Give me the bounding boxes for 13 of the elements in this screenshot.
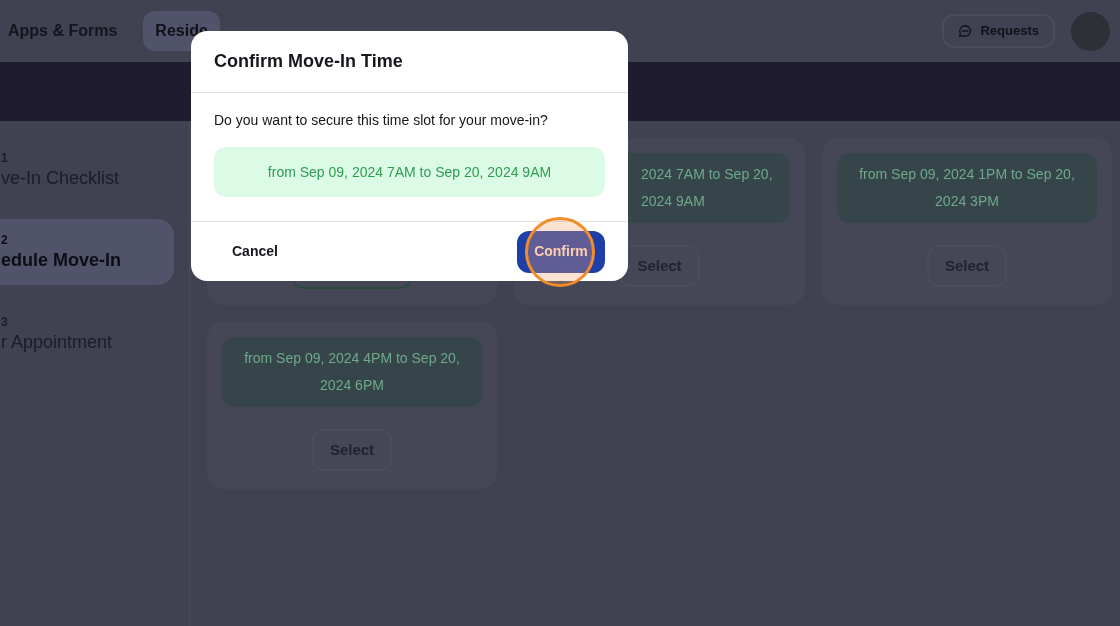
step-title: edule Move-In bbox=[1, 249, 122, 272]
step-item[interactable]: 2 edule Move-In bbox=[0, 219, 174, 285]
time-slot: from Sep 09, 2024 7AM to Sep 20, 2024 9AM bbox=[214, 147, 605, 197]
dialog-question: Do you want to secure this time slot for your move-in? bbox=[214, 111, 549, 130]
time-slot: from Sep 09, 2024 1PM to Sep 20, 2024 3PM bbox=[837, 153, 1097, 223]
avatar[interactable] bbox=[1071, 11, 1110, 51]
requests-button[interactable]: Requests bbox=[942, 14, 1055, 48]
confirm-button[interactable]: Confirm bbox=[517, 230, 605, 273]
cancel-button[interactable]: Cancel bbox=[214, 230, 296, 273]
time-slot: from Sep 09, 2024 4PM to Sep 20, 2024 6PM bbox=[222, 337, 482, 407]
step-number: 2 bbox=[1, 232, 9, 248]
dialog-title: Confirm Move-In Time bbox=[214, 50, 403, 73]
chat-bubble-icon bbox=[958, 24, 973, 38]
